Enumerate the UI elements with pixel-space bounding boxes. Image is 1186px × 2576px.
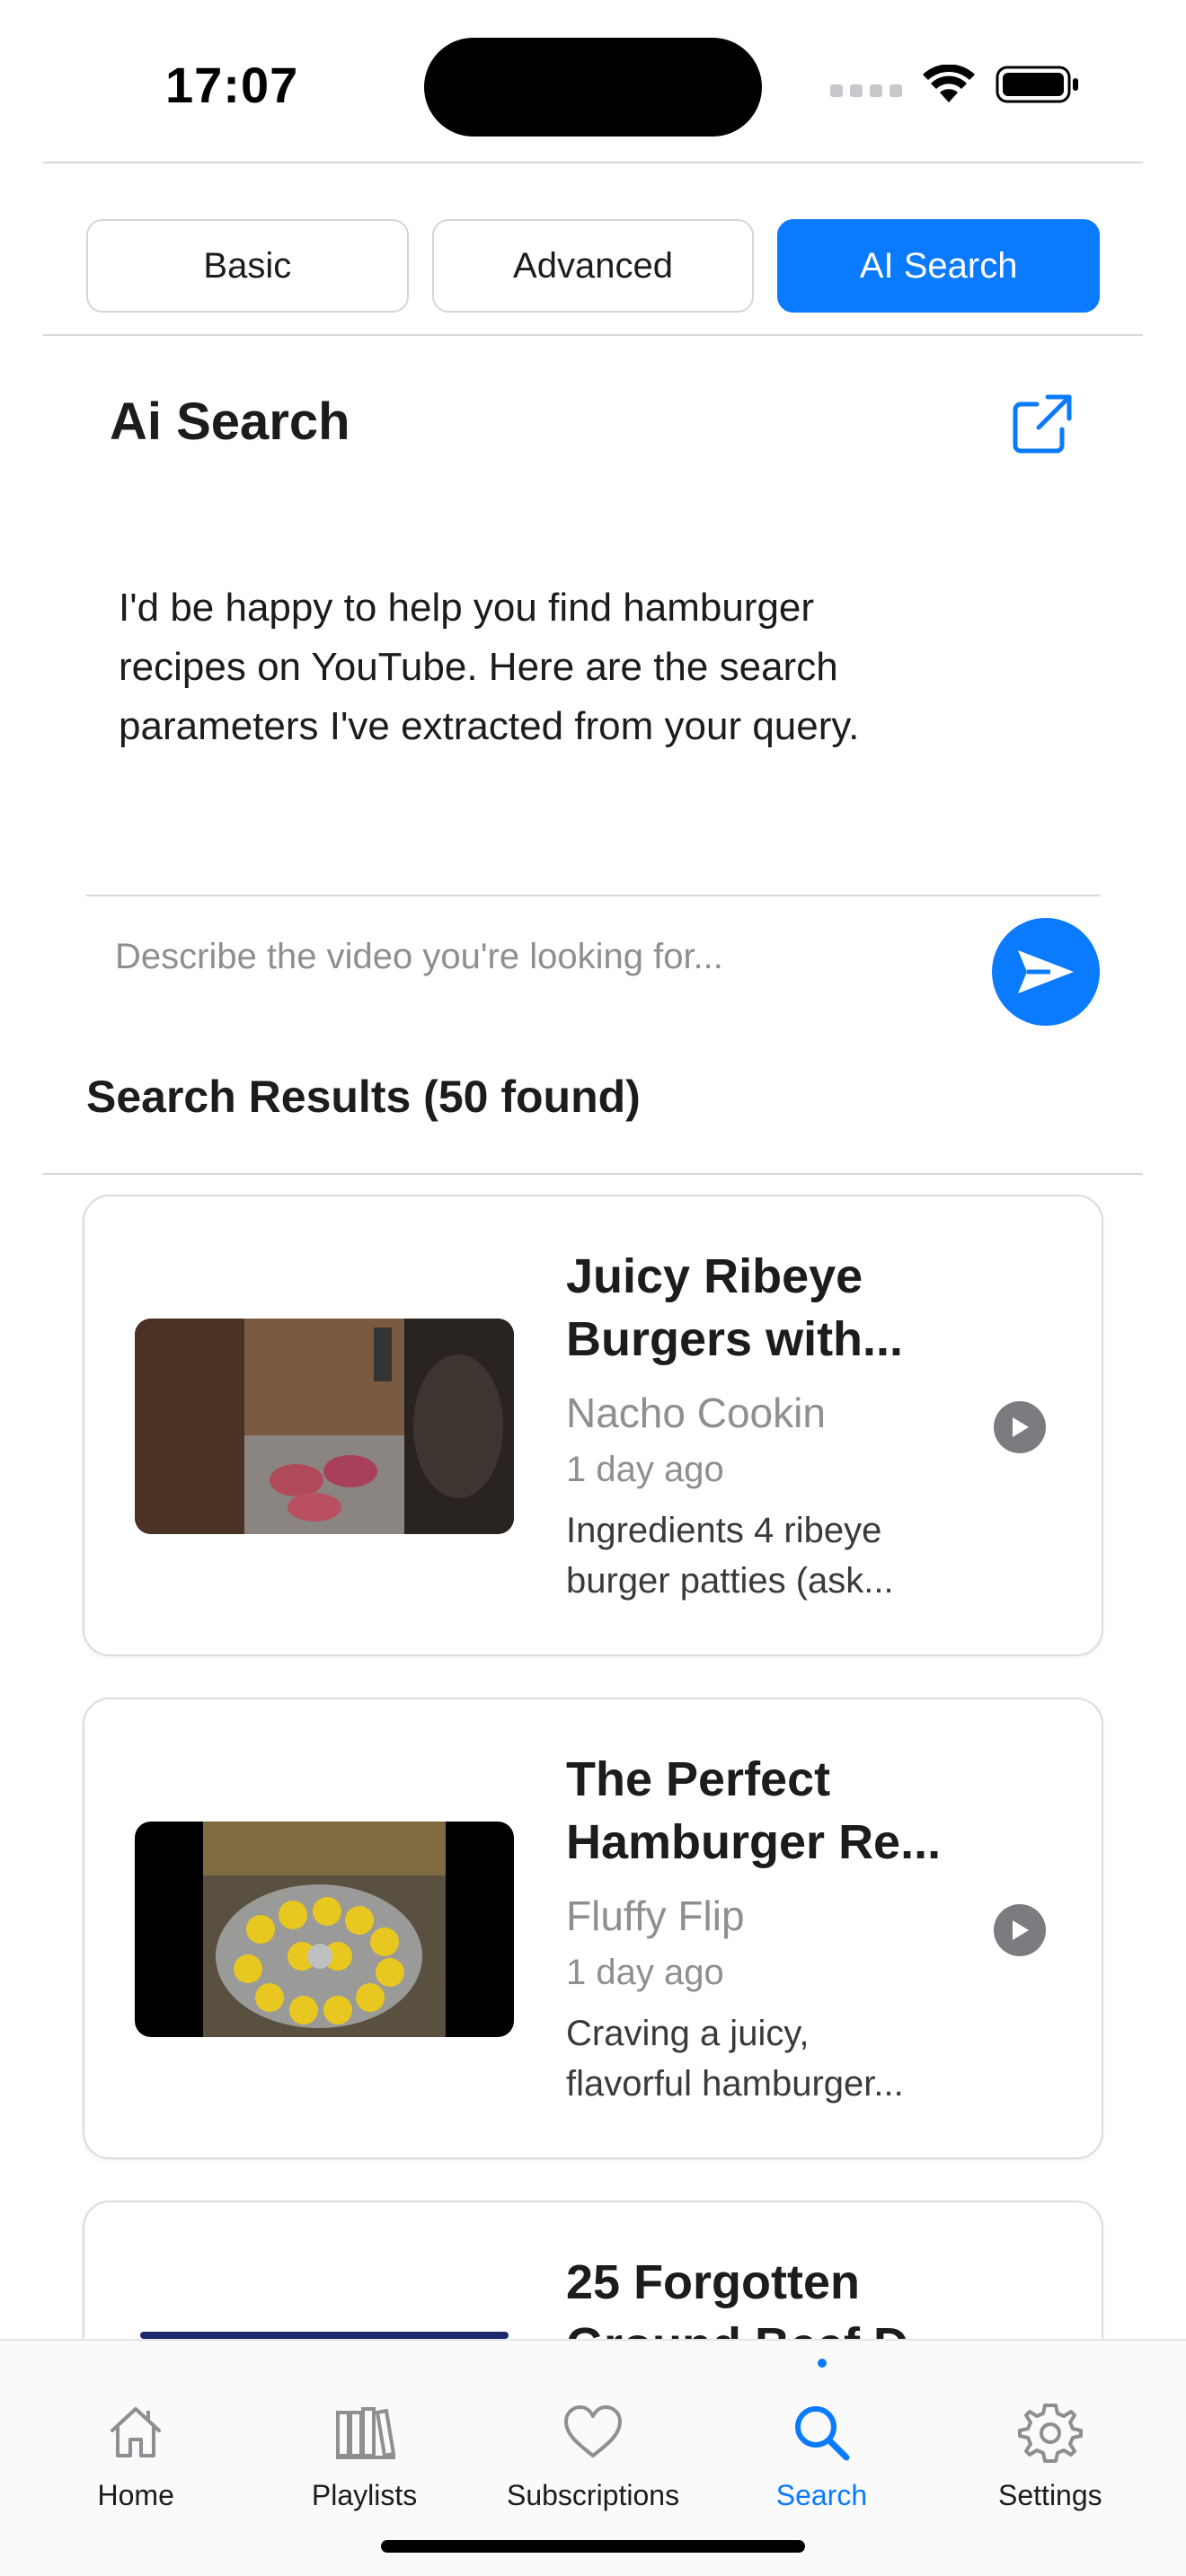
active-tab-indicator <box>818 2359 827 2368</box>
video-title[interactable]: Juicy Ribeye Burgers with... <box>566 1245 961 1371</box>
video-channel: Fluffy Flip <box>566 1892 745 1939</box>
tab-bar-subscriptions[interactable]: Subscriptions <box>479 2398 707 2512</box>
results-title: Search Results (50 found) <box>86 1072 641 1122</box>
video-title[interactable]: The Perfect Hamburger Re... <box>566 1748 961 1874</box>
send-button[interactable] <box>992 918 1100 1026</box>
cellular-signal-icon <box>830 84 902 97</box>
tab-bar-label: Settings <box>998 2479 1102 2511</box>
books-icon <box>335 2407 395 2459</box>
ai-search-title: Ai Search <box>110 393 350 451</box>
external-link-icon <box>1013 394 1072 454</box>
tab-ai-search[interactable]: AI Search <box>777 219 1101 313</box>
ai-response-message: I'd be happy to help you find hamburger … <box>119 586 860 748</box>
ai-query-input[interactable] <box>115 925 942 988</box>
dynamic-island <box>424 38 762 137</box>
status-time: 17:07 <box>165 57 299 113</box>
tab-bar-settings[interactable]: Settings <box>936 2398 1164 2512</box>
gear-icon <box>1017 2404 1083 2463</box>
play-icon <box>1013 1920 1029 1940</box>
tab-advanced[interactable]: Advanced <box>431 219 755 313</box>
thumbnail-image <box>135 1319 514 1534</box>
search-mode-tabs: Basic Advanced AI Search <box>86 219 1101 313</box>
house-icon <box>111 2407 162 2457</box>
play-button[interactable] <box>994 1401 1046 1453</box>
thumbnail-image <box>135 1822 514 2037</box>
video-channel: Nacho Cookin <box>566 1389 826 1436</box>
video-thumbnail[interactable] <box>135 1319 514 1534</box>
status-bar: 17:07 <box>0 0 1186 162</box>
video-description: Ingredients 4 ribeye burger patties (ask… <box>566 1511 894 1601</box>
tab-bar-label: Playlists <box>311 2479 418 2511</box>
video-date: 1 day ago <box>566 1450 724 1489</box>
tab-bar-label: Subscriptions <box>506 2479 680 2511</box>
status-icons <box>830 65 1080 104</box>
video-thumbnail[interactable] <box>135 1822 514 2037</box>
header-divider <box>43 162 1143 163</box>
send-arrow-icon <box>1018 950 1074 993</box>
results-divider <box>43 1173 1143 1175</box>
tabs-divider <box>43 334 1143 336</box>
video-date: 1 day ago <box>566 1953 724 1992</box>
search-icon <box>795 2406 850 2461</box>
external-link-button[interactable] <box>1006 388 1078 460</box>
play-icon <box>1013 1417 1029 1437</box>
result-card[interactable]: The Perfect Hamburger Re... Fluffy Flip … <box>83 1698 1103 2159</box>
tab-bar-playlists[interactable]: Playlists <box>250 2398 478 2512</box>
play-button[interactable] <box>994 1904 1046 1956</box>
tab-bar-label: Search <box>775 2479 868 2511</box>
tab-bar-search[interactable]: Search <box>707 2398 935 2512</box>
home-indicator[interactable] <box>381 2540 805 2553</box>
video-description: Craving a juicy, flavorful hamburger... <box>566 2014 904 2104</box>
result-card[interactable]: Juicy Ribeye Burgers with... Nacho Cooki… <box>83 1195 1103 1656</box>
tab-bar-label: Home <box>97 2479 174 2511</box>
heart-icon <box>564 2405 623 2457</box>
wifi-icon <box>923 65 975 102</box>
tab-bar-home[interactable]: Home <box>22 2398 250 2512</box>
input-divider <box>86 895 1100 896</box>
tab-basic[interactable]: Basic <box>86 219 409 313</box>
battery-icon <box>996 66 1078 103</box>
